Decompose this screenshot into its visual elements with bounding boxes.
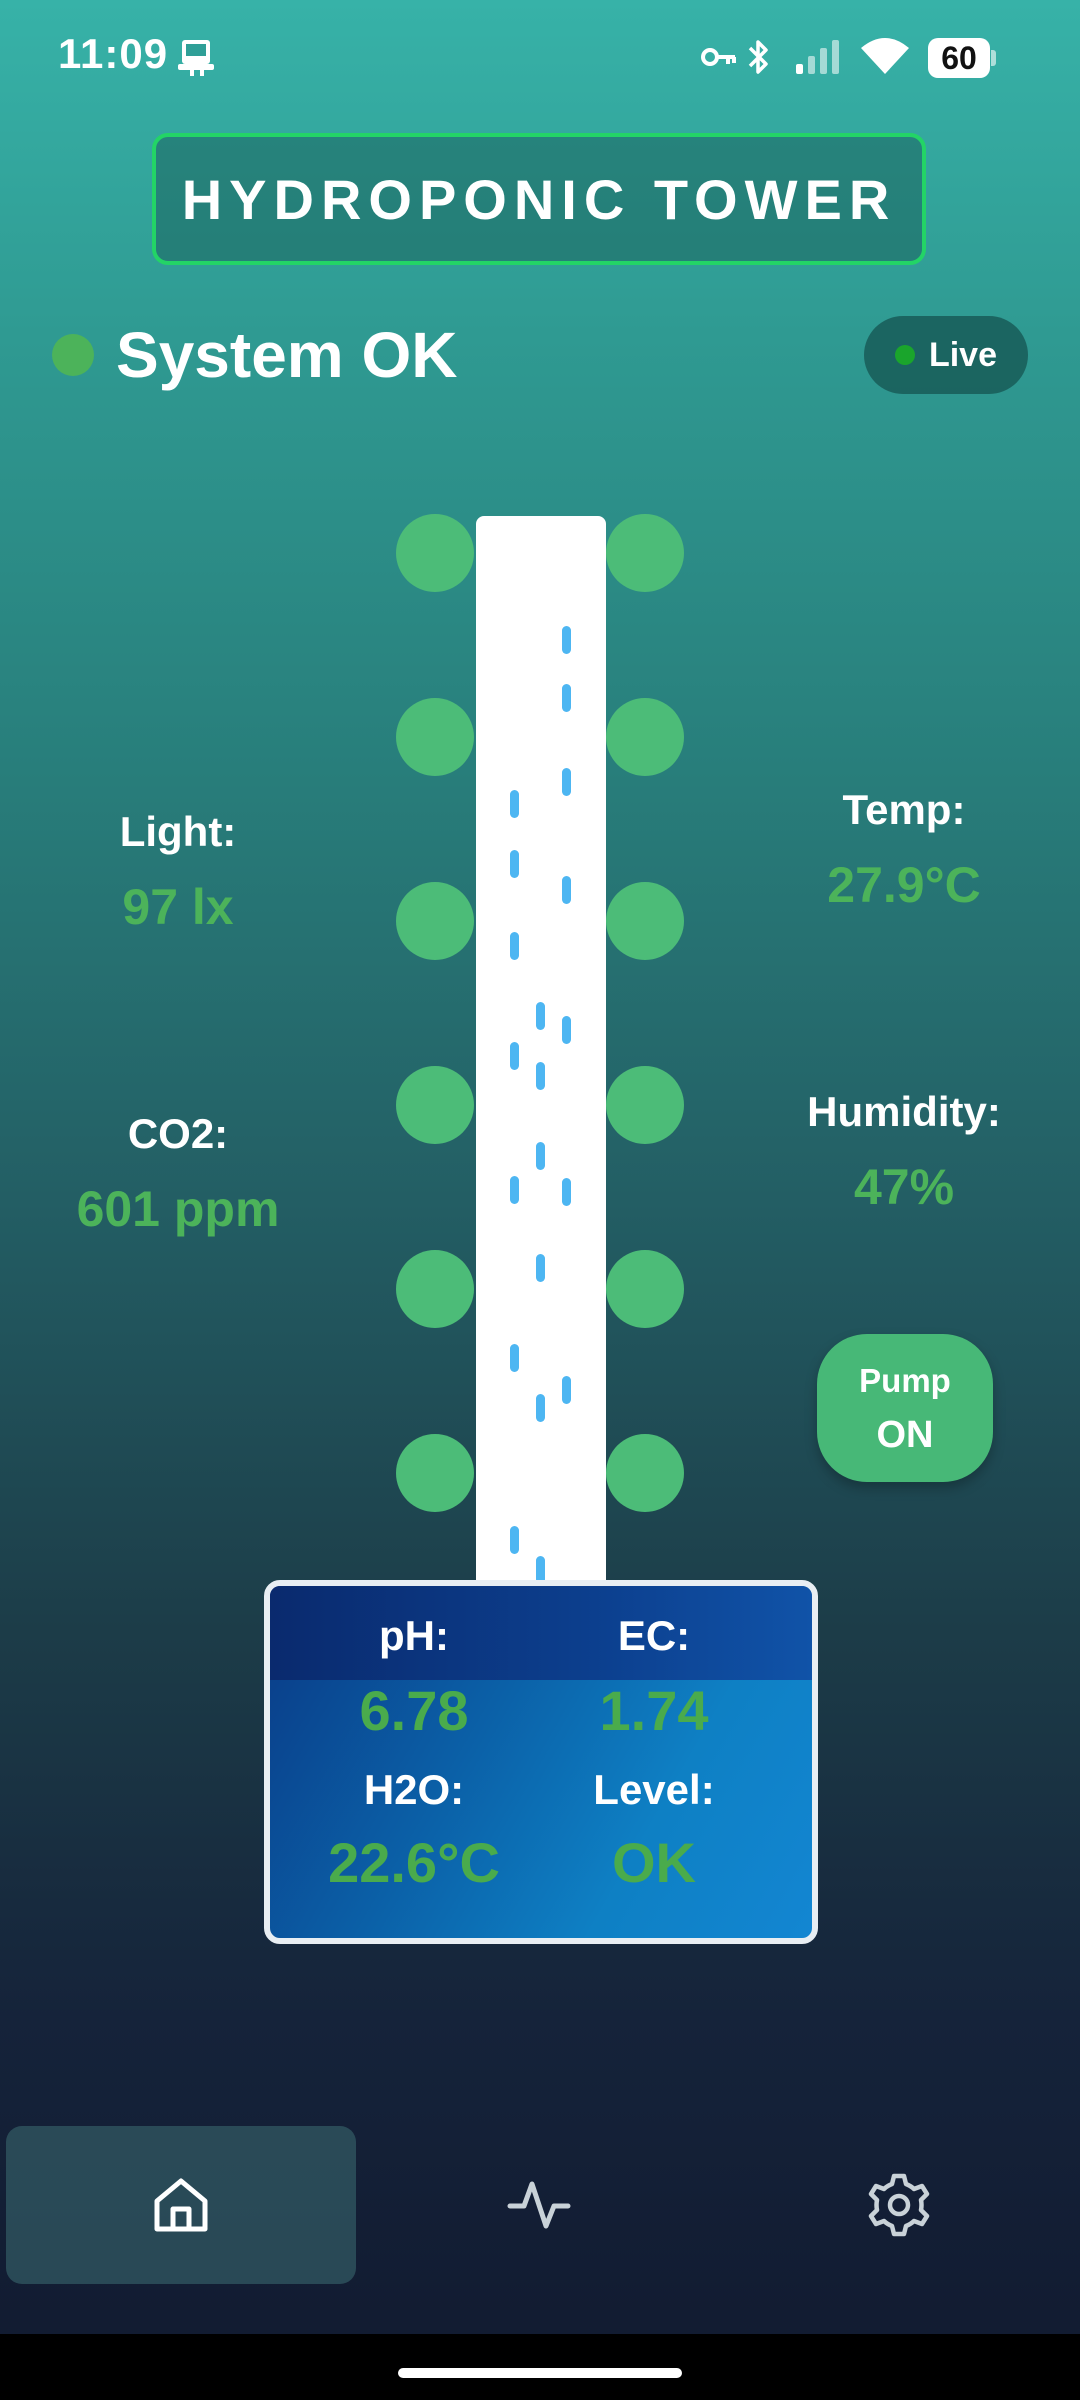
plant-pod [606,882,684,960]
co2-label: CO2: [127,1110,229,1157]
page-title: HYDROPONIC TOWER [152,133,926,265]
co2-metric: CO2: 601 ppm [38,1110,318,1238]
bottom-navigation [0,2118,1080,2286]
temp-label: Temp: [842,786,966,833]
level-value: OK [612,1831,696,1894]
ph-label: pH: [379,1612,449,1659]
pump-label: Pump [859,1362,951,1399]
humidity-metric: Humidity: 47% [774,1088,1034,1216]
nav-home[interactable] [6,2126,356,2284]
h2o-cell: H2O: 22.6°C [284,1766,544,1895]
plant-pod [396,1250,474,1328]
level-cell: Level: OK [524,1766,784,1895]
temp-value: 27.9°C [827,857,981,913]
nav-activity[interactable] [364,2126,714,2284]
gesture-bar [0,2334,1080,2400]
ph-value: 6.78 [359,1679,469,1742]
h2o-value: 22.6°C [328,1831,500,1894]
gear-icon [868,2173,930,2237]
signal-icon [796,40,839,74]
water-quality-panel: pH: 6.78 EC: 1.74 H2O: 22.6°C Level: OK [264,1580,818,1944]
h2o-label: H2O: [363,1766,465,1813]
live-label: Live [928,335,998,374]
pump-toggle-button[interactable]: Pump ON [817,1334,993,1482]
plant-pod [396,1066,474,1144]
tower-column [476,516,606,1586]
status-time: 11:09 [58,30,169,77]
humidity-value: 47% [853,1159,955,1215]
live-badge[interactable]: Live [864,316,1028,394]
live-dot-icon [894,345,915,365]
system-status-label: System OK [116,319,458,391]
temp-metric: Temp: 27.9°C [774,786,1034,914]
plant-pod [606,1250,684,1328]
humidity-label: Humidity: [807,1088,1001,1135]
ec-cell: EC: 1.74 [524,1612,784,1743]
status-bar: 11:09 60 [0,0,1080,116]
home-indicator[interactable] [398,2368,682,2378]
light-value: 97 lx [122,879,234,935]
plant-pod [606,698,684,776]
plant-pod [396,698,474,776]
ec-value: 1.74 [599,1679,709,1742]
co2-value: 601 ppm [76,1181,280,1237]
system-status-dot [52,334,94,376]
key-icon [701,48,736,66]
ec-label: EC: [617,1612,691,1659]
wifi-icon [861,38,909,74]
plant-pod [606,1066,684,1144]
light-label: Light: [119,808,237,855]
plant-pod [396,514,474,592]
plant-pod [606,1434,684,1512]
ph-cell: pH: 6.78 [284,1612,544,1743]
level-label: Level: [593,1766,715,1813]
plant-pod [396,882,474,960]
battery-icon: 60 [928,38,996,78]
home-icon [154,2178,208,2232]
activity-icon [507,2181,571,2229]
phone-device-icon [178,40,214,76]
nav-settings[interactable] [724,2126,1074,2284]
light-metric: Light: 97 lx [48,808,308,936]
plant-pod [396,1434,474,1512]
battery-level: 60 [928,38,990,78]
bluetooth-icon [748,40,768,74]
plant-pod [606,514,684,592]
pump-state: ON [876,1414,934,1456]
